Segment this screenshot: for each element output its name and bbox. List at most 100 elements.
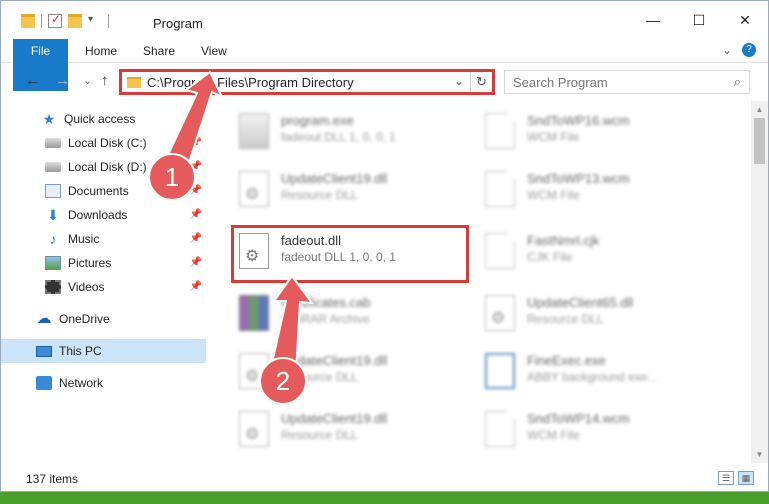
sidebar-item-label: Music (68, 232, 100, 246)
sidebar-item-music[interactable]: ♪ Music 📌 (1, 227, 206, 251)
sidebar-item-documents[interactable]: Documents 📌 (1, 179, 206, 203)
address-path[interactable]: C:\Program Files\Program Directory (147, 75, 354, 90)
file-description: WCM File (527, 428, 580, 442)
address-bar[interactable]: C:\Program Files\Program Directory ⌄ ↻ (119, 69, 495, 95)
file-name: UpdateClient19.dll (281, 353, 388, 368)
qat-customize-icon[interactable]: ▾ (88, 14, 102, 28)
pin-icon[interactable]: 📌 (190, 161, 202, 172)
sidebar-item-pictures[interactable]: Pictures 📌 (1, 251, 206, 275)
view-switcher: ☰ ▦ (718, 471, 754, 485)
help-icon[interactable]: ? (742, 43, 756, 57)
gear-file-icon (239, 171, 269, 207)
pin-icon[interactable]: 📌 (190, 233, 202, 244)
music-icon: ♪ (49, 231, 57, 247)
sidebar-item-quick-access[interactable]: ★ Quick access (1, 107, 206, 131)
maximize-button[interactable]: ☐ (676, 1, 722, 39)
item-count: 137 items (26, 472, 79, 486)
gear-file-icon (239, 411, 269, 447)
file-icon (485, 411, 515, 447)
sidebar-item-label: OneDrive (59, 312, 110, 326)
scroll-thumb[interactable] (754, 118, 765, 164)
list-item[interactable]: program.exe fadeout DLL 1, 0, 0, 1 (209, 105, 449, 157)
window-title: Program (153, 16, 203, 31)
refresh-button[interactable]: ↻ (470, 72, 492, 92)
file-name: UpdateClient19.dll (281, 411, 388, 426)
list-item[interactable]: SndToWP14.wcm WCM File (455, 403, 695, 455)
tab-home[interactable]: Home (73, 39, 129, 63)
list-item[interactable]: SndToWP16.wcm WCM File (455, 105, 695, 157)
file-description: fadeout DLL 1, 0, 0, 1 (281, 130, 396, 144)
new-folder-icon[interactable] (68, 14, 82, 28)
minimize-button[interactable]: — (630, 1, 676, 39)
tab-view[interactable]: View (189, 39, 239, 63)
network-icon (36, 376, 52, 390)
file-icon (485, 113, 515, 149)
sidebar-item-onedrive[interactable]: ☁ OneDrive (1, 307, 206, 331)
navigation-pane: ★ Quick access Local Disk (C:) 📌 Local D… (1, 101, 208, 463)
ribbon-right-controls: ⌄ ? (722, 43, 756, 57)
file-description: Resource DLL (281, 428, 358, 442)
pin-icon[interactable]: 📌 (190, 281, 202, 292)
sidebar-item-network[interactable]: Network (1, 371, 206, 395)
folder-icon (127, 77, 141, 88)
sidebar-item-this-pc[interactable]: This PC (1, 339, 206, 363)
file-name: SndToWP13.wcm (527, 171, 630, 186)
archive-icon (239, 295, 269, 331)
vertical-scrollbar[interactable]: ▲ ▼ (751, 101, 768, 463)
search-icon[interactable]: ⌕ (734, 74, 741, 90)
expand-ribbon-icon[interactable]: ⌄ (722, 43, 732, 57)
up-button[interactable]: ↑ (101, 72, 109, 89)
list-item[interactable]: SndToWP13.wcm WCM File (455, 163, 695, 215)
address-dropdown-icon[interactable]: ⌄ (454, 74, 464, 88)
list-item[interactable]: UpdateClient19.dll Resource DLL (209, 403, 449, 455)
close-button[interactable]: ✕ (722, 1, 768, 39)
onedrive-icon: ☁ (36, 310, 52, 327)
list-item[interactable]: FineExec.exe ABBY background exe... (455, 345, 695, 397)
file-name: UpdateClient19.dll (281, 171, 388, 186)
file-name: FineExec.exe (527, 353, 606, 368)
toolbar-divider (108, 14, 109, 28)
disk-icon (45, 138, 61, 148)
gear-file-icon (239, 353, 269, 389)
forward-button[interactable]: → (55, 72, 70, 89)
scroll-up-icon[interactable]: ▲ (751, 101, 768, 118)
pin-icon[interactable]: 📌 (190, 209, 202, 220)
gear-file-icon (485, 295, 515, 331)
sidebar-item-downloads[interactable]: ⬇ Downloads 📌 (1, 203, 206, 227)
list-item[interactable]: Certificates.cab WinRAR Archive (209, 287, 449, 339)
scroll-down-icon[interactable]: ▼ (751, 446, 768, 463)
file-name: SndToWP16.wcm (527, 113, 630, 128)
file-description: WCM File (527, 130, 580, 144)
app-icon (485, 353, 515, 389)
pin-icon[interactable]: 📌 (190, 257, 202, 268)
fadeout-dll-highlight (231, 225, 469, 283)
details-view-icon[interactable]: ☰ (718, 471, 734, 485)
file-description: Resource DLL (527, 312, 604, 326)
file-icon (485, 171, 515, 207)
documents-icon (45, 184, 61, 198)
star-icon: ★ (42, 111, 56, 127)
search-box[interactable]: ⌕ (504, 70, 750, 94)
pin-icon[interactable]: 📌 (190, 137, 202, 148)
list-item[interactable]: UpdateClient65.dll Resource DLL (455, 287, 695, 339)
sidebar-item-videos[interactable]: Videos 📌 (1, 275, 206, 299)
pc-icon (36, 345, 52, 357)
properties-icon[interactable] (48, 12, 62, 28)
sidebar-item-label: Local Disk (C:) (68, 136, 147, 150)
tab-share[interactable]: Share (131, 39, 187, 63)
ribbon-tabs: File Home Share View ⌄ ? (1, 39, 768, 91)
search-input[interactable] (513, 72, 723, 92)
list-item[interactable]: UpdateClient19.dll Resource DLL (209, 163, 449, 215)
file-icon (485, 233, 515, 269)
list-item[interactable]: UpdateClient19.dll Resource DLL (209, 345, 449, 397)
tiles-view-icon[interactable]: ▦ (738, 471, 754, 485)
folder-icon (21, 14, 35, 28)
recent-locations-button[interactable]: ⌄ (83, 74, 92, 87)
file-description: CJK File (527, 250, 573, 264)
pin-icon[interactable]: 📌 (190, 185, 202, 196)
back-button[interactable]: ← (25, 72, 40, 89)
list-item[interactable]: FastNmrl.cjk CJK File (455, 225, 695, 277)
sidebar-item-local-disk-d[interactable]: Local Disk (D:) 📌 (1, 155, 206, 179)
status-bar: 137 items ☰ ▦ (1, 466, 768, 492)
sidebar-item-local-disk-c[interactable]: Local Disk (C:) 📌 (1, 131, 206, 155)
